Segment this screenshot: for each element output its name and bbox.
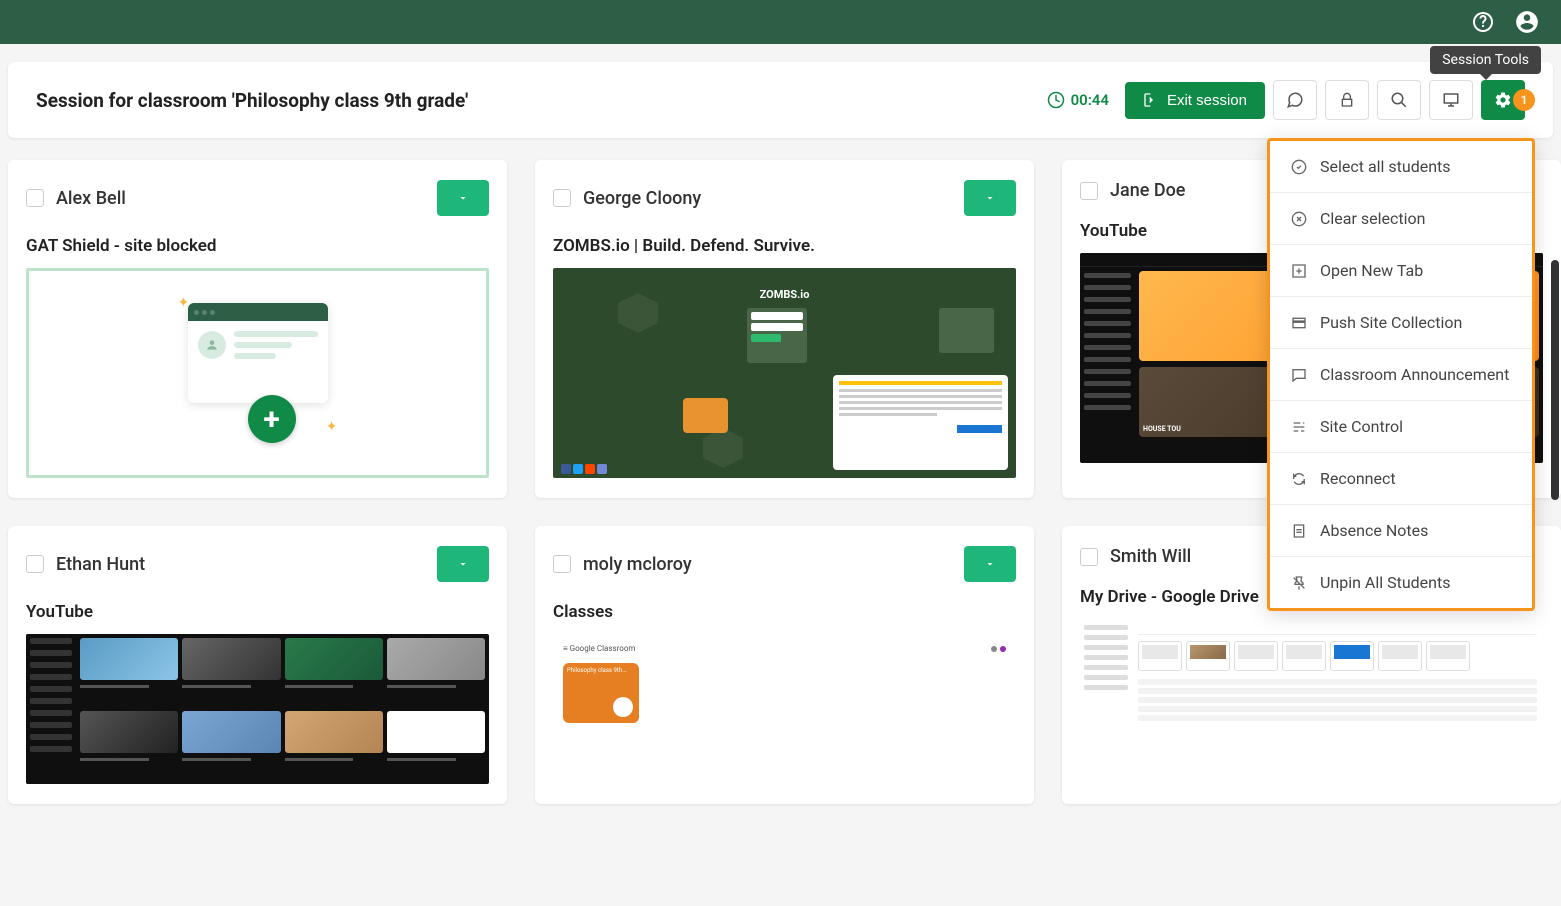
- student-checkbox[interactable]: [1080, 182, 1098, 200]
- screen-thumbnail[interactable]: ZOMBS.io: [553, 268, 1016, 478]
- search-button[interactable]: [1377, 80, 1421, 120]
- student-name: Jane Doe: [1110, 180, 1185, 201]
- collection-icon: [1290, 314, 1308, 332]
- account-icon[interactable]: [1513, 8, 1541, 36]
- student-name: Smith Will: [1110, 546, 1191, 567]
- session-bar: Session for classroom 'Philosophy class …: [8, 62, 1553, 138]
- student-checkbox[interactable]: [553, 555, 571, 573]
- search-icon: [1390, 91, 1408, 109]
- caret-down-icon: [457, 192, 469, 204]
- caret-down-icon: [457, 558, 469, 570]
- menu-label: Push Site Collection: [1320, 313, 1462, 332]
- scrollbar[interactable]: [1551, 260, 1559, 500]
- screen-thumbnail[interactable]: [1080, 619, 1543, 769]
- session-tools-menu: Select all students Clear selection Open…: [1267, 138, 1535, 611]
- plus-square-icon: [1290, 262, 1308, 280]
- lock-icon: [1339, 92, 1355, 108]
- clock-icon: [1047, 91, 1065, 109]
- student-checkbox[interactable]: [26, 555, 44, 573]
- menu-label: Reconnect: [1320, 469, 1396, 488]
- active-tab-title: YouTube: [26, 602, 489, 622]
- menu-classroom-announcement[interactable]: Classroom Announcement: [1270, 349, 1532, 401]
- menu-label: Clear selection: [1320, 209, 1425, 228]
- menu-label: Unpin All Students: [1320, 573, 1450, 592]
- student-card-moly-mcloroy: moly mcloroy Classes ≡ Google Classroom …: [535, 526, 1034, 804]
- gear-icon: [1494, 91, 1512, 109]
- menu-site-control[interactable]: Site Control: [1270, 401, 1532, 453]
- menu-clear-selection[interactable]: Clear selection: [1270, 193, 1532, 245]
- menu-label: Absence Notes: [1320, 521, 1428, 540]
- help-icon[interactable]: [1469, 8, 1497, 36]
- student-name: George Cloony: [583, 188, 701, 209]
- session-title: Session for classroom 'Philosophy class …: [36, 89, 468, 112]
- top-bar: [0, 0, 1561, 44]
- menu-open-new-tab[interactable]: Open New Tab: [1270, 245, 1532, 297]
- student-name: Alex Bell: [56, 188, 126, 209]
- screen-thumbnail[interactable]: [26, 634, 489, 784]
- menu-unpin-all[interactable]: Unpin All Students: [1270, 557, 1532, 608]
- menu-push-site-collection[interactable]: Push Site Collection: [1270, 297, 1532, 349]
- student-actions-button[interactable]: [964, 180, 1016, 216]
- student-actions-button[interactable]: [437, 546, 489, 582]
- menu-label: Select all students: [1320, 157, 1451, 176]
- active-tab-title: GAT Shield - site blocked: [26, 236, 489, 256]
- user-icon: [198, 331, 226, 359]
- menu-label: Classroom Announcement: [1320, 365, 1509, 384]
- menu-reconnect[interactable]: Reconnect: [1270, 453, 1532, 505]
- caret-down-icon: [984, 558, 996, 570]
- student-card-george-cloony: George Cloony ZOMBS.io | Build. Defend. …: [535, 160, 1034, 498]
- menu-label: Open New Tab: [1320, 261, 1423, 280]
- caret-down-icon: [984, 192, 996, 204]
- active-tab-title: Classes: [553, 602, 1016, 622]
- lock-button[interactable]: [1325, 80, 1369, 120]
- tooltip-session-tools: Session Tools: [1430, 46, 1541, 74]
- exit-label: Exit session: [1167, 92, 1247, 109]
- student-name: Ethan Hunt: [56, 554, 145, 575]
- notes-icon: [1290, 522, 1308, 540]
- message-icon: [1290, 366, 1308, 384]
- chat-button[interactable]: [1273, 80, 1317, 120]
- plus-icon: +: [248, 395, 296, 443]
- student-checkbox[interactable]: [1080, 548, 1098, 566]
- chat-icon: [1286, 91, 1304, 109]
- session-toolbar: 00:44 Exit session 1: [1047, 80, 1525, 120]
- x-circle-icon: [1290, 210, 1308, 228]
- check-circle-icon: [1290, 158, 1308, 176]
- monitor-icon: [1442, 91, 1460, 109]
- menu-absence-notes[interactable]: Absence Notes: [1270, 505, 1532, 557]
- student-card-ethan-hunt: Ethan Hunt YouTube: [8, 526, 507, 804]
- timer-value: 00:44: [1071, 91, 1109, 109]
- exit-session-button[interactable]: Exit session: [1125, 82, 1265, 119]
- game-logo: ZOMBS.io: [760, 288, 810, 301]
- refresh-icon: [1290, 470, 1308, 488]
- student-card-alex-bell: Alex Bell GAT Shield - site blocked: [8, 160, 507, 498]
- display-button[interactable]: [1429, 80, 1473, 120]
- student-name: moly mcloroy: [583, 554, 692, 575]
- sliders-icon: [1290, 418, 1308, 436]
- student-actions-button[interactable]: [437, 180, 489, 216]
- unpin-icon: [1290, 574, 1308, 592]
- student-actions-button[interactable]: [964, 546, 1016, 582]
- active-tab-title: ZOMBS.io | Build. Defend. Survive.: [553, 236, 1016, 256]
- menu-select-all[interactable]: Select all students: [1270, 141, 1532, 193]
- session-timer: 00:44: [1047, 91, 1109, 109]
- notification-badge: 1: [1513, 89, 1535, 111]
- student-checkbox[interactable]: [553, 189, 571, 207]
- menu-label: Site Control: [1320, 417, 1403, 436]
- student-checkbox[interactable]: [26, 189, 44, 207]
- exit-icon: [1143, 92, 1159, 108]
- screen-thumbnail[interactable]: ≡ Google Classroom Philosophy class 9th.…: [553, 634, 1016, 784]
- screen-thumbnail[interactable]: + ✦ ✦: [26, 268, 489, 478]
